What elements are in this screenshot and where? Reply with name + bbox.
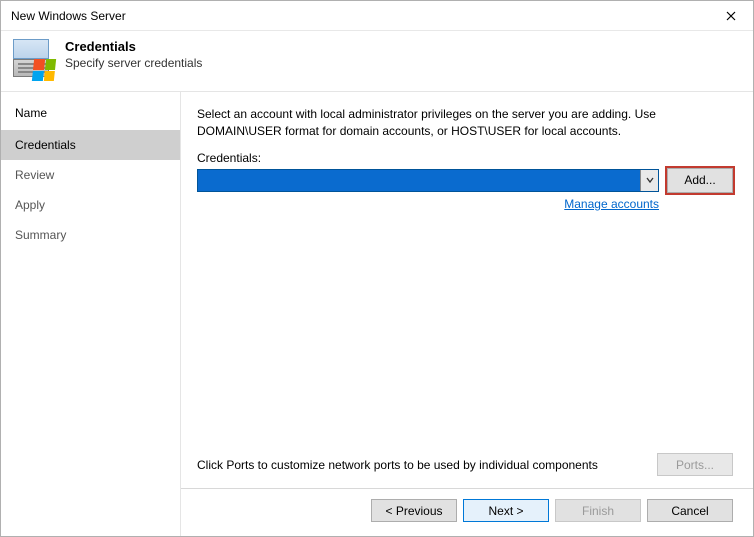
wizard-main: Select an account with local administrat… bbox=[181, 92, 753, 536]
sidebar-step-summary[interactable]: Summary bbox=[1, 220, 180, 250]
cancel-button[interactable]: Cancel bbox=[647, 499, 733, 522]
titlebar: New Windows Server bbox=[1, 1, 753, 31]
wizard-footer: < Previous Next > Finish Cancel bbox=[181, 488, 753, 536]
ports-text: Click Ports to customize network ports t… bbox=[197, 458, 598, 472]
sidebar-step-credentials[interactable]: Credentials bbox=[1, 130, 180, 160]
sidebar-step-name[interactable]: Name bbox=[1, 98, 180, 130]
sidebar-step-review[interactable]: Review bbox=[1, 160, 180, 190]
instruction-text: Select an account with local administrat… bbox=[197, 106, 733, 141]
close-icon bbox=[726, 11, 736, 21]
close-button[interactable] bbox=[708, 1, 753, 31]
credentials-dropdown-button[interactable] bbox=[640, 170, 658, 191]
chevron-down-icon bbox=[646, 176, 654, 184]
wizard-body: Name Credentials Review Apply Summary Se… bbox=[1, 92, 753, 536]
credentials-combobox[interactable] bbox=[197, 169, 659, 192]
manage-accounts-link[interactable]: Manage accounts bbox=[564, 197, 659, 211]
credentials-label: Credentials: bbox=[197, 151, 733, 165]
wizard-window: New Windows Server Credentials Specify s… bbox=[0, 0, 754, 537]
header-title: Credentials bbox=[65, 39, 202, 54]
next-button[interactable]: Next > bbox=[463, 499, 549, 522]
finish-button: Finish bbox=[555, 499, 641, 522]
server-icon bbox=[13, 39, 53, 79]
wizard-sidebar: Name Credentials Review Apply Summary bbox=[1, 92, 181, 536]
credentials-value[interactable] bbox=[198, 170, 640, 191]
window-title: New Windows Server bbox=[11, 9, 126, 23]
previous-button[interactable]: < Previous bbox=[371, 499, 457, 522]
sidebar-step-apply[interactable]: Apply bbox=[1, 190, 180, 220]
wizard-header: Credentials Specify server credentials bbox=[1, 31, 753, 92]
windows-logo-icon bbox=[32, 59, 56, 81]
header-subtitle: Specify server credentials bbox=[65, 56, 202, 70]
ports-button: Ports... bbox=[657, 453, 733, 476]
add-button[interactable]: Add... bbox=[667, 168, 733, 193]
